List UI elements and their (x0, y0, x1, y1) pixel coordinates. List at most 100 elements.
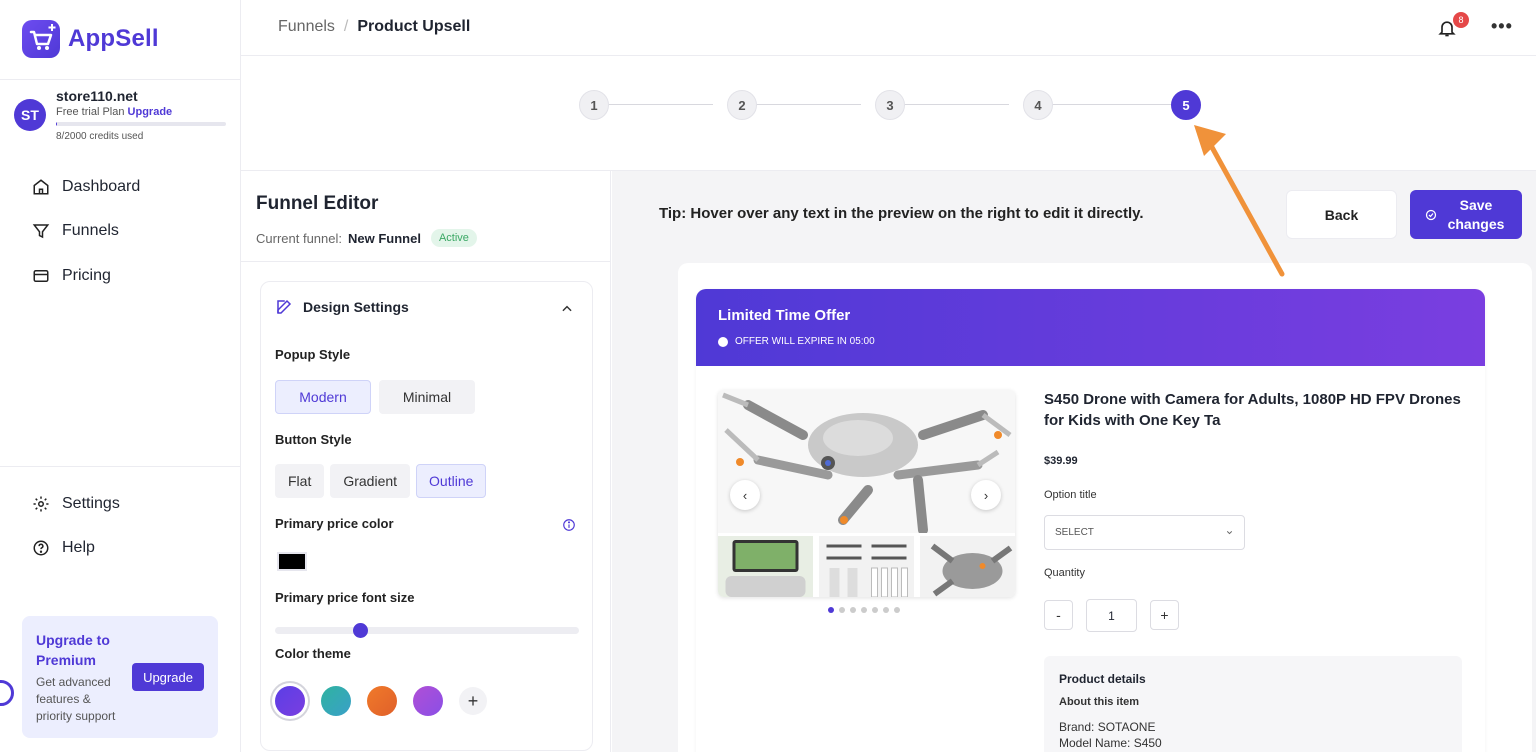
current-funnel-label: Current funnel: (256, 230, 342, 246)
info-icon[interactable] (562, 518, 576, 532)
product-gallery: ‹ › (718, 390, 1015, 597)
breadcrumb-current: Product Upsell (357, 18, 471, 35)
timer-text[interactable]: OFFER WILL EXPIRE IN 05:00 (735, 336, 875, 347)
funnel-editor-panel: Funnel Editor Current funnel: New Funnel… (241, 171, 611, 752)
edit-icon (277, 299, 292, 314)
step-5[interactable]: 5 (1171, 90, 1201, 120)
theme-orange[interactable] (367, 686, 397, 716)
sidebar-item-label: Pricing (62, 267, 111, 284)
cart-icon (22, 20, 60, 58)
gallery-thumbnails (718, 536, 1015, 597)
product-price[interactable]: $39.99 (1044, 455, 1078, 467)
sidebar-item-settings[interactable]: Settings (32, 495, 120, 513)
upgrade-button[interactable]: Upgrade (132, 663, 204, 691)
step-3[interactable]: 3 (875, 90, 905, 120)
funnel-stepper: 1 2 3 4 5 (241, 57, 1536, 171)
save-changes-button[interactable]: Save changes (1410, 190, 1522, 239)
store-info: ST store110.net Free trial Plan Upgrade … (14, 88, 226, 142)
details-model: Model Name: S450 (1059, 736, 1162, 750)
popup-style-options: Modern Minimal (275, 380, 475, 414)
gallery-dot[interactable] (828, 607, 834, 613)
more-options-icon[interactable]: ••• (1491, 16, 1513, 37)
sidebar-item-funnels[interactable]: Funnels (32, 222, 119, 240)
gallery-dot[interactable] (850, 607, 856, 613)
app-name: AppSell (68, 25, 159, 52)
app-logo[interactable]: AppSell (22, 20, 159, 58)
gallery-dot[interactable] (839, 607, 845, 613)
upgrade-link[interactable]: Upgrade (128, 106, 173, 118)
gallery-dot[interactable] (861, 607, 867, 613)
quantity-label[interactable]: Quantity (1044, 567, 1085, 579)
font-size-slider[interactable] (275, 623, 579, 638)
popup-style-label: Popup Style (275, 347, 351, 362)
clock-icon (718, 336, 728, 347)
price-color-label: Primary price color (275, 516, 394, 531)
thumbnail[interactable] (920, 536, 1015, 597)
popup-title[interactable]: Limited Time Offer (718, 307, 1463, 324)
quantity-input[interactable]: 1 (1086, 599, 1137, 632)
option-label[interactable]: Option title (1044, 489, 1097, 501)
gallery-prev-button[interactable]: ‹ (730, 480, 760, 510)
popup-style-minimal[interactable]: Minimal (379, 380, 475, 414)
step-1[interactable]: 1 (579, 90, 609, 120)
step-connector (595, 104, 713, 105)
quantity-increase-button[interactable]: + (1150, 600, 1179, 630)
store-name: store110.net (56, 88, 138, 104)
button-style-label: Button Style (275, 432, 352, 447)
gallery-next-button[interactable]: › (971, 480, 1001, 510)
details-about[interactable]: About this item (1059, 696, 1447, 708)
details-title[interactable]: Product details (1059, 672, 1447, 686)
preview-area: Tip: Hover over any text in the preview … (612, 171, 1536, 752)
product-title[interactable]: S450 Drone with Camera for Adults, 1080P… (1044, 389, 1464, 431)
offer-timer: OFFER WILL EXPIRE IN 05:00 (718, 336, 1463, 347)
gallery-dot[interactable] (872, 607, 878, 613)
credits-progress (56, 122, 226, 126)
color-theme-options: + (275, 686, 487, 716)
button-style-options: Flat Gradient Outline (275, 464, 487, 498)
popup-style-modern[interactable]: Modern (275, 380, 371, 414)
save-label: Save changes (1447, 196, 1505, 232)
sidebar-item-dashboard[interactable]: Dashboard (32, 178, 140, 196)
slider-thumb[interactable] (353, 623, 369, 638)
gallery-dot[interactable] (883, 607, 889, 613)
font-size-label: Primary price font size (275, 590, 415, 605)
breadcrumb-parent[interactable]: Funnels (278, 18, 335, 36)
editor-title: Funnel Editor (256, 193, 379, 214)
divider (0, 466, 240, 467)
quantity-decrease-button[interactable]: - (1044, 600, 1073, 630)
design-settings-header[interactable]: Design Settings (275, 298, 409, 316)
chat-widget-icon[interactable] (0, 680, 14, 706)
sidebar-item-label: Dashboard (62, 178, 141, 195)
breadcrumb-separator: / (343, 18, 349, 35)
chevron-up-icon[interactable] (560, 302, 574, 316)
add-theme-button[interactable]: + (459, 687, 487, 715)
gallery-dot[interactable] (894, 607, 900, 613)
upgrade-card: Upgrade to Premium Get advanced features… (22, 616, 218, 738)
product-details: Product details About this item Brand: S… (1044, 656, 1462, 752)
select-value: SELECT (1055, 527, 1094, 538)
button-style-gradient[interactable]: Gradient (330, 464, 411, 498)
thumbnail[interactable] (819, 536, 914, 597)
store-plan: Free trial Plan Upgrade (56, 106, 226, 118)
step-2[interactable]: 2 (727, 90, 757, 120)
current-funnel: Current funnel: New Funnel Active (256, 229, 477, 247)
sidebar-item-help[interactable]: Help (32, 539, 95, 557)
step-connector (891, 104, 1009, 105)
price-color-swatch[interactable] (277, 552, 307, 571)
theme-purple[interactable] (275, 686, 305, 716)
button-style-outline[interactable]: Outline (416, 464, 487, 498)
step-4[interactable]: 4 (1023, 90, 1053, 120)
credit-card-icon (33, 270, 49, 282)
theme-violet[interactable] (413, 686, 443, 716)
credits-text: 8/2000 credits used (56, 131, 144, 142)
thumbnail[interactable] (718, 536, 813, 597)
button-style-flat[interactable]: Flat (275, 464, 325, 498)
sidebar-item-pricing[interactable]: Pricing (32, 267, 111, 285)
status-badge: Active (430, 229, 477, 247)
preview-card: Limited Time Offer OFFER WILL EXPIRE IN … (678, 263, 1532, 752)
theme-teal[interactable] (321, 686, 351, 716)
back-button[interactable]: Back (1286, 190, 1397, 239)
option-select[interactable]: SELECT (1044, 515, 1245, 550)
upgrade-description: Get advanced features & priority support (36, 675, 116, 723)
credits-progress-fill (56, 122, 57, 126)
